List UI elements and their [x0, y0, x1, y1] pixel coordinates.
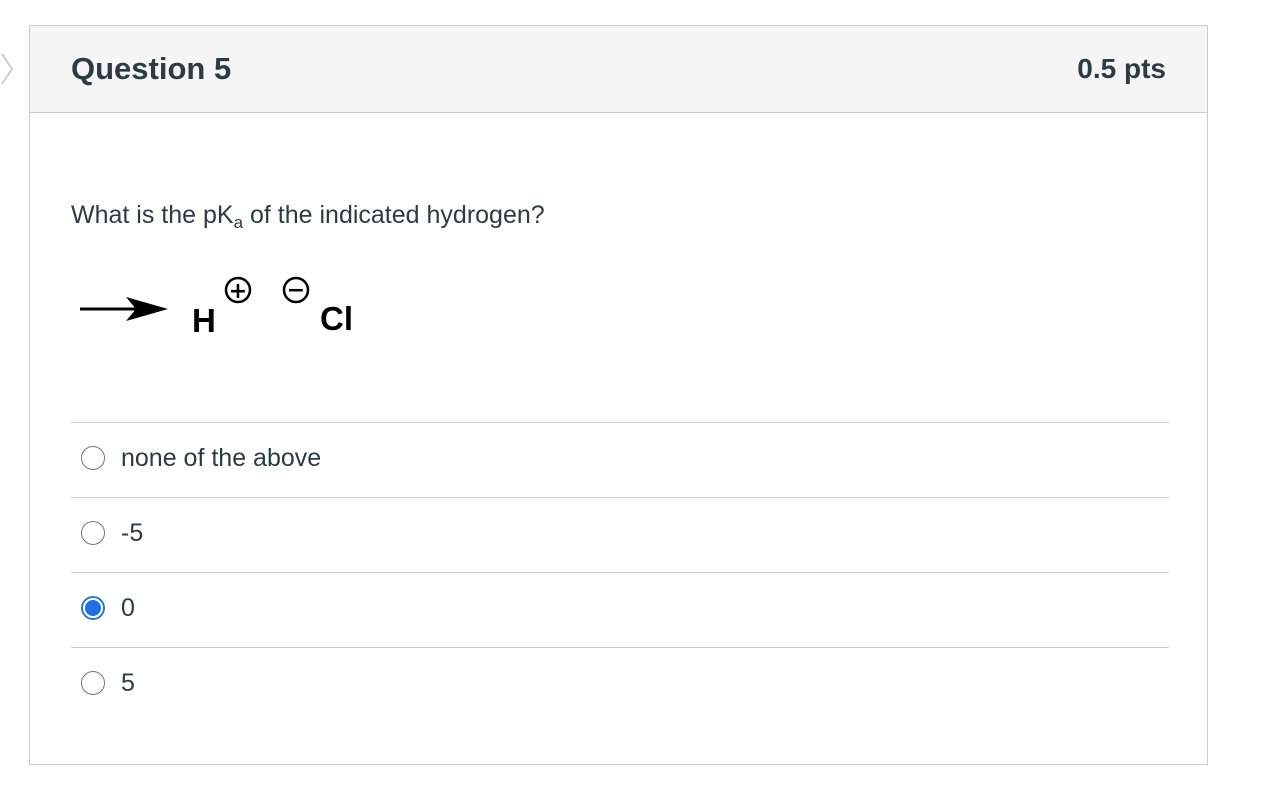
collapse-chevron-icon[interactable] — [0, 52, 14, 86]
question-title: Question 5 — [71, 51, 232, 86]
positive-charge-sign: + — [229, 279, 247, 304]
radio-button[interactable] — [81, 671, 105, 695]
question-text-subscript: a — [233, 213, 244, 232]
answer-list: none of the above -5 0 5 — [71, 422, 1169, 723]
question-header: Question 5 0.5 pts — [30, 26, 1207, 113]
question-points: 0.5 pts — [1077, 53, 1166, 84]
answer-option[interactable]: 5 — [71, 647, 1169, 723]
radio-button[interactable] — [81, 521, 105, 545]
answer-label[interactable]: 0 — [121, 592, 135, 624]
radio-button-selected[interactable] — [81, 596, 105, 620]
answer-label[interactable]: none of the above — [121, 442, 321, 474]
chlorine-atom-label: Cl — [320, 300, 353, 337]
question-text: What is the pKa of the indicated hydroge… — [71, 199, 545, 231]
question-text-rest: of the indicated hydrogen? — [243, 201, 545, 229]
negative-charge-sign: − — [287, 278, 305, 303]
answer-option[interactable]: none of the above — [71, 422, 1169, 497]
question-text-main: What is the pK — [71, 201, 234, 229]
hydrogen-atom-label: H — [192, 302, 216, 339]
answer-option-selected[interactable]: 0 — [71, 572, 1169, 647]
question-card: Question 5 0.5 pts What is the pKa of th… — [29, 25, 1208, 765]
answer-option[interactable]: -5 — [71, 497, 1169, 572]
answer-label[interactable]: -5 — [121, 517, 143, 549]
radio-button[interactable] — [81, 446, 105, 470]
answer-label[interactable]: 5 — [121, 667, 135, 699]
hcl-structure-image: H + − Cl — [80, 276, 353, 339]
